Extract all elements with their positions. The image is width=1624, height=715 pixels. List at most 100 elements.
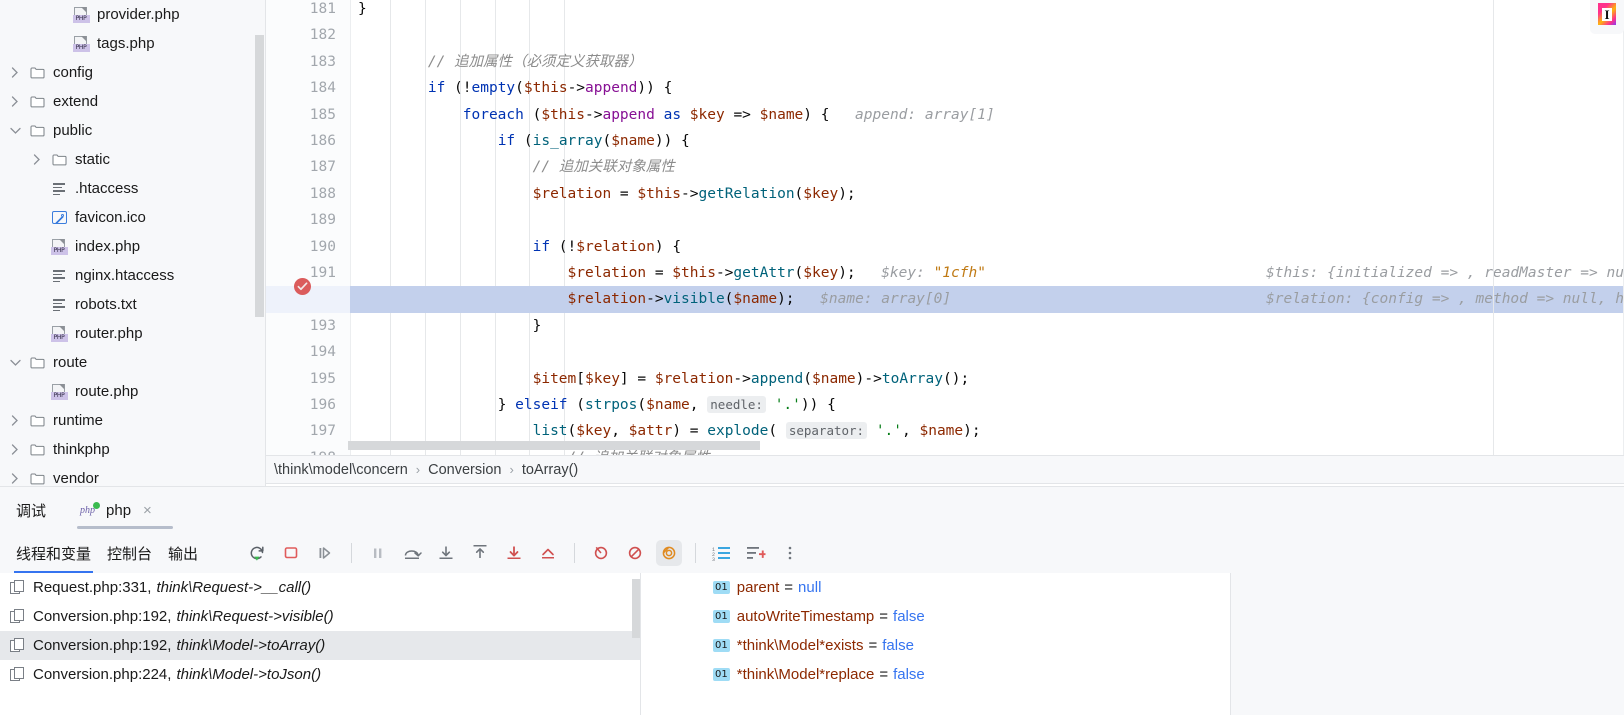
stack-frame-row[interactable]: Conversion.php:192, think\Request->visibl… [0, 602, 640, 631]
tree-item-favicon-ico[interactable]: favicon.ico [0, 203, 266, 232]
code-line-191[interactable]: 191 $relation = $this->getAttr($key); $ke… [266, 260, 1624, 286]
force-step-into-icon[interactable] [501, 540, 527, 566]
tree-item-config[interactable]: config [0, 58, 266, 87]
breadcrumb[interactable]: \think\model\concern › Conversion › toArray(… [266, 455, 1624, 484]
rerun-icon[interactable] [244, 540, 270, 566]
code-line-185[interactable]: 185 foreach ($this->append as $key => $n… [266, 102, 1624, 128]
debug-tab-row: 调试 php php × [0, 487, 1624, 533]
disable-breakpoints-icon[interactable] [622, 540, 648, 566]
tree-item-index-php[interactable]: PHP index.php [0, 232, 266, 261]
line-number: 185 [309, 106, 336, 123]
chevron-down-icon[interactable] [4, 348, 26, 377]
evaluate-expression-icon[interactable]: 123 [709, 540, 735, 566]
view-breakpoints-icon[interactable] [656, 540, 683, 566]
step-into-icon[interactable] [433, 540, 459, 566]
tree-item-route-php[interactable]: PHP route.php [0, 377, 266, 406]
toolbar-separator [574, 543, 576, 563]
chevron-down-icon[interactable] [4, 116, 26, 145]
variable-row[interactable]: 01 *think\Model*replace = false [641, 660, 1230, 689]
debug-subtab-0[interactable]: 线程和变量 [13, 533, 94, 573]
variables-list[interactable]: 01 parent = null 01 autoWriteTimestamp = false 0… [641, 573, 1230, 715]
tree-item-route[interactable]: route [0, 348, 266, 377]
line-number: 189 [309, 212, 336, 229]
resume-program-icon[interactable] [312, 540, 338, 566]
code-line-193[interactable]: 193 } [266, 313, 1624, 339]
tree-item-tags-php[interactable]: PHP tags.php [0, 29, 266, 58]
svg-text:3: 3 [712, 557, 715, 562]
code-line-194[interactable]: 194 [266, 339, 1624, 365]
stack-frame-row[interactable]: Request.php:331, think\Request->__call() [0, 573, 640, 602]
chevron-right-icon[interactable] [4, 58, 26, 87]
close-icon[interactable]: × [143, 502, 152, 519]
breadcrumb-item[interactable]: \think\model\concern [274, 462, 408, 478]
code-line-182[interactable]: 182 [266, 22, 1624, 48]
tree-item-static[interactable]: static [0, 145, 266, 174]
debug-subtab-2[interactable]: 输出 [168, 533, 198, 573]
tree-item-router-php[interactable]: PHP router.php [0, 319, 266, 348]
code-line-184[interactable]: 184 if (!empty($this->append)) { [266, 75, 1624, 101]
code-line-190[interactable]: 190 if (!$relation) { [266, 234, 1624, 260]
code-line-192[interactable]: $relation->visible($name); $name: array[0… [266, 286, 1624, 312]
code-line-195[interactable]: 195 $item[$key] = $relation->append($nam… [266, 366, 1624, 392]
code-line-181[interactable]: 181} [266, 0, 1624, 22]
code-line-188[interactable]: 188 $relation = $this->getRelation($key)… [266, 181, 1624, 207]
mute-breakpoints-icon[interactable] [588, 540, 614, 566]
code-line-186[interactable]: 186 if (is_array($name)) { [266, 128, 1624, 154]
more-options-icon[interactable] [777, 540, 803, 566]
variable-value: false [893, 608, 925, 625]
debug-subtab-1[interactable]: 控制台 [107, 533, 152, 573]
code-text: $item[$key] = $relation->append($name)->… [532, 370, 970, 387]
run-to-cursor-icon[interactable] [535, 540, 561, 566]
breakpoint-icon[interactable] [294, 278, 311, 295]
chevron-right-icon[interactable] [26, 145, 48, 174]
tree-item-label: router.php [75, 325, 143, 342]
stack-frame-row[interactable]: Conversion.php:192, think\Model->toArray(… [0, 631, 640, 660]
line-number: 196 [309, 397, 336, 413]
variable-row[interactable]: 01 parent = null [641, 573, 1230, 602]
notification-badge-icon[interactable]: I [1590, 0, 1624, 34]
notification-glyph: I [1598, 3, 1616, 25]
code-line-187[interactable]: 187 // 追加关联对象属性 [266, 154, 1624, 180]
variable-row[interactable]: 01 *think\Model*exists = false [641, 631, 1230, 660]
tree-item-thinkphp[interactable]: thinkphp [0, 435, 266, 464]
tree-item-public[interactable]: public [0, 116, 266, 145]
breadcrumb-item[interactable]: Conversion [428, 462, 501, 478]
breadcrumb-item[interactable]: toArray() [522, 462, 578, 478]
tree-item-nginx-htaccess[interactable]: nginx.htaccess [0, 261, 266, 290]
variable-name: parent [736, 579, 780, 596]
tree-item-provider-php[interactable]: PHP provider.php [0, 0, 266, 29]
tree-item-label: route [53, 354, 88, 371]
code-line-189[interactable]: 189 [266, 207, 1624, 233]
tree-item--htaccess[interactable]: .htaccess [0, 174, 266, 203]
tree-item-runtime[interactable]: runtime [0, 406, 266, 435]
debug-toolbar[interactable]: 线程和变量 控制台 输出 1 2 3 [0, 533, 1624, 573]
call-stack-frames-list[interactable]: Request.php:331, think\Request->__call() C… [0, 573, 640, 715]
stop-icon[interactable] [278, 540, 304, 566]
primitive-badge-icon: 01 [713, 639, 730, 652]
pause-program-icon[interactable] [365, 540, 391, 566]
code-line-183[interactable]: 183 // 追加属性（必须定义获取器） [266, 49, 1624, 75]
file-tree-scrollbar[interactable] [255, 35, 264, 317]
editor-horizontal-scrollbar[interactable] [348, 441, 760, 450]
step-over-icon[interactable] [399, 540, 425, 566]
chevron-right-icon[interactable] [4, 87, 26, 116]
variable-row[interactable]: 01 autoWriteTimestamp = false [641, 602, 1230, 631]
breadcrumb-separator: › [415, 462, 421, 477]
chevron-right-icon[interactable] [4, 406, 26, 435]
step-out-icon[interactable] [467, 540, 493, 566]
chevron-right-icon[interactable] [4, 435, 26, 464]
settings-icon[interactable] [743, 540, 769, 566]
project-file-tree[interactable]: PHP provider.php PHP tags.php config extend pu… [0, 0, 266, 490]
tree-item-extend[interactable]: extend [0, 87, 266, 116]
frame-icon [10, 667, 25, 682]
stack-frame-row[interactable]: Conversion.php:224, think\Model->toJson() [0, 660, 640, 689]
tree-item-robots-txt[interactable]: robots.txt [0, 290, 266, 319]
code-editor[interactable]: 181} 182 183 // 追加属性（必须定义获取器） 184 if (!empt… [266, 0, 1624, 455]
tree-item-label: route.php [75, 383, 139, 400]
code-line-196[interactable]: 196 } elseif (strpos($name, needle: '.')… [266, 392, 1624, 418]
folder-icon [26, 116, 48, 145]
